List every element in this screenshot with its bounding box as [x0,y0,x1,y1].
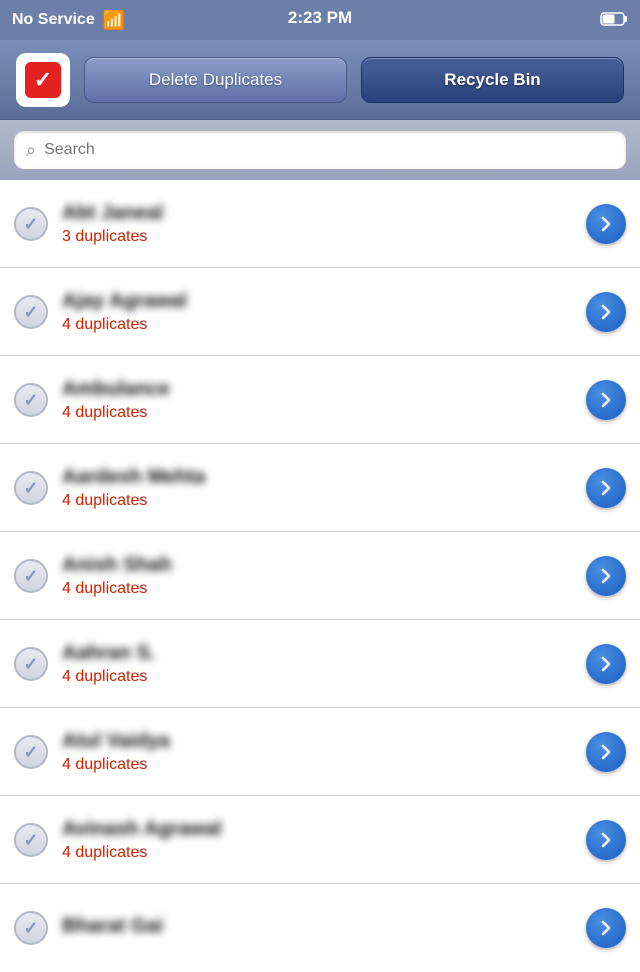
list-item[interactable]: ✓ Aahran S. 4 duplicates [0,620,640,708]
status-bar: No Service 📶 2:23 PM [0,0,640,40]
wifi-icon: 📶 [103,10,125,31]
check-circle[interactable]: ✓ [14,559,48,593]
chevron-button[interactable] [586,292,626,332]
item-content: Atul Vaidya 4 duplicates [62,730,574,774]
checkmark: ✓ [23,655,38,673]
list-item[interactable]: ✓ Ambulance 4 duplicates [0,356,640,444]
recycle-bin-button[interactable]: Recycle Bin [361,57,624,103]
app-icon: ✓ [16,53,70,107]
list-item[interactable]: ✓ Aardesh Mehta 4 duplicates [0,444,640,532]
check-circle[interactable]: ✓ [14,735,48,769]
delete-duplicates-button[interactable]: Delete Duplicates [84,57,347,103]
check-circle[interactable]: ✓ [14,383,48,417]
contact-name: Aahran S. [62,642,574,665]
search-icon: ⌕ [26,140,36,161]
duplicate-count: 4 duplicates [62,668,574,686]
chevron-button[interactable] [586,204,626,244]
item-content: Ajay Agrawal 4 duplicates [62,290,574,334]
chevron-button[interactable] [586,732,626,772]
item-content: Anish Shah 4 duplicates [62,554,574,598]
duplicate-count: 4 duplicates [62,844,574,862]
item-content: Aahran S. 4 duplicates [62,642,574,686]
list-item[interactable]: ✓ Abt Janeal 3 duplicates [0,180,640,268]
chevron-button[interactable] [586,556,626,596]
checkmark: ✓ [23,479,38,497]
toolbar: ✓ Delete Duplicates Recycle Bin [0,40,640,120]
chevron-button[interactable] [586,820,626,860]
battery-icon [600,11,628,30]
contact-name: Ajay Agrawal [62,290,574,313]
checkmark: ✓ [23,215,38,233]
check-circle[interactable]: ✓ [14,295,48,329]
contact-name: Anish Shah [62,554,574,577]
contact-name: Aardesh Mehta [62,466,574,489]
contact-name: Ambulance [62,378,574,401]
duplicate-count: 3 duplicates [62,228,574,246]
checkmark-icon: ✓ [25,62,61,98]
duplicate-count: 4 duplicates [62,492,574,510]
chevron-button[interactable] [586,468,626,508]
search-wrapper: ⌕ [14,131,626,169]
time-label: 2:23 PM [288,8,352,28]
duplicate-count: 4 duplicates [62,756,574,774]
chevron-button[interactable] [586,644,626,684]
contact-name: Avinash Agrawal [62,818,574,841]
check-circle[interactable]: ✓ [14,647,48,681]
check-circle[interactable]: ✓ [14,471,48,505]
duplicate-count: 4 duplicates [62,580,574,598]
checkmark: ✓ [23,391,38,409]
list-item[interactable]: ✓ Avinash Agrawal 4 duplicates [0,796,640,884]
duplicate-count: 4 duplicates [62,316,574,334]
item-content: Aardesh Mehta 4 duplicates [62,466,574,510]
item-content: Ambulance 4 duplicates [62,378,574,422]
check-circle[interactable]: ✓ [14,823,48,857]
check-circle[interactable]: ✓ [14,911,48,945]
list-item[interactable]: ✓ Ajay Agrawal 4 duplicates [0,268,640,356]
contact-list: ✓ Abt Janeal 3 duplicates ✓ Ajay Agrawal… [0,180,640,972]
checkmark: ✓ [23,831,38,849]
list-item[interactable]: ✓ Anish Shah 4 duplicates [0,532,640,620]
check-circle[interactable]: ✓ [14,207,48,241]
chevron-button[interactable] [586,908,626,948]
contact-name: Atul Vaidya [62,730,574,753]
chevron-button[interactable] [586,380,626,420]
list-item[interactable]: ✓ Atul Vaidya 4 duplicates [0,708,640,796]
duplicate-count: 4 duplicates [62,404,574,422]
item-content: Avinash Agrawal 4 duplicates [62,818,574,862]
item-content: Bharat Gai [62,915,574,941]
item-content: Abt Janeal 3 duplicates [62,202,574,246]
checkmark: ✓ [23,919,38,937]
contact-name: Bharat Gai [62,915,574,938]
contact-name: Abt Janeal [62,202,574,225]
checkmark: ✓ [23,567,38,585]
checkmark: ✓ [23,303,38,321]
search-bar: ⌕ [0,120,640,180]
search-input[interactable] [44,141,614,159]
checkmark: ✓ [23,743,38,761]
signal-label: No Service [12,11,95,29]
list-item[interactable]: ✓ Bharat Gai [0,884,640,972]
